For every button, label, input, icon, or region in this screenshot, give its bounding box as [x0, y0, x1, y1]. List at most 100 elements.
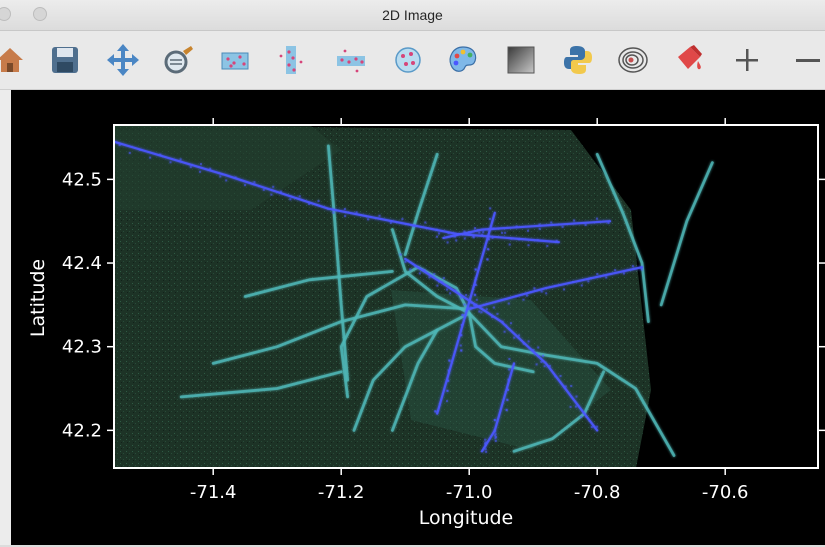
- density-pixel: [460, 334, 463, 336]
- density-pixel: [474, 227, 476, 230]
- density-pixel: [596, 217, 598, 220]
- density-pixel: [493, 306, 495, 309]
- density-pixel: [471, 307, 473, 310]
- scatter-box-button[interactable]: [217, 42, 253, 78]
- density-pixel: [563, 288, 565, 291]
- density-pixel: [449, 292, 452, 295]
- density-pixel: [474, 268, 477, 271]
- zoom-in-button[interactable]: [729, 42, 765, 78]
- density-pixel: [596, 273, 599, 275]
- density-pixel: [128, 151, 131, 154]
- density-pixel: [414, 264, 416, 267]
- density-pixel: [399, 253, 402, 256]
- density-pixel: [423, 269, 426, 271]
- vertical-strip-icon: [279, 46, 303, 74]
- density-pixel: [481, 233, 484, 236]
- density-pixel: [298, 195, 301, 198]
- density-pixel: [496, 312, 499, 315]
- density-pixel: [446, 400, 448, 403]
- density-pixel: [505, 408, 508, 411]
- y-tick-label: 42.4: [62, 253, 102, 274]
- density-pixel: [494, 430, 497, 433]
- python-console-button[interactable]: [560, 42, 596, 78]
- density-pixel: [533, 287, 536, 290]
- horizontal-strip-icon: [337, 49, 365, 73]
- density-pixel: [470, 301, 473, 304]
- density-pixel: [510, 237, 513, 240]
- contour-button[interactable]: [615, 42, 651, 78]
- horizontal-strip-button[interactable]: [333, 42, 369, 78]
- density-pixel: [484, 438, 487, 441]
- density-pixel: [472, 235, 475, 238]
- density-pixel: [506, 388, 509, 391]
- palette-button[interactable]: [445, 42, 481, 78]
- density-pixel: [476, 229, 479, 232]
- density-pixel: [605, 276, 608, 279]
- plot-canvas[interactable]: -71.4 -71.2 -71.0 -70.8 -70.6 42.2 42.3 42.4 42…: [11, 90, 825, 545]
- density-pixel: [522, 342, 525, 345]
- fill-color-button[interactable]: [671, 42, 707, 78]
- density-pixel: [491, 316, 494, 318]
- density-pixel: [494, 433, 497, 436]
- density-pixel: [550, 221, 553, 224]
- density-pixel: [438, 280, 440, 283]
- left-gutter: [0, 90, 11, 545]
- density-pixel: [532, 348, 535, 351]
- density-pixel: [546, 244, 549, 247]
- density-pixel: [508, 243, 511, 246]
- density-pixel: [501, 320, 504, 323]
- density-pixel: [179, 158, 182, 161]
- gradient-square-icon: [507, 46, 535, 74]
- density-pixel: [433, 273, 436, 276]
- density-pixel: [463, 230, 466, 233]
- title-bar: 2D Image: [0, 0, 825, 31]
- density-pixel: [518, 334, 520, 337]
- home-button[interactable]: [0, 42, 28, 78]
- density-pixel: [535, 363, 538, 366]
- density-pixel: [561, 225, 564, 228]
- density-pixel: [540, 361, 543, 363]
- density-pixel: [474, 283, 477, 286]
- density-pixel: [548, 364, 551, 367]
- zoom-button[interactable]: [160, 42, 196, 78]
- colormap-button[interactable]: [503, 42, 539, 78]
- density-pixel: [138, 148, 141, 151]
- pan-button[interactable]: [105, 42, 141, 78]
- density-pixel: [487, 248, 489, 251]
- density-pixel: [435, 228, 438, 231]
- zoom-out-button[interactable]: [787, 42, 823, 78]
- density-pixel: [518, 238, 521, 241]
- density-pixel: [279, 190, 282, 193]
- density-pixel: [460, 349, 463, 352]
- density-pixel: [505, 324, 508, 327]
- density-pixel: [355, 211, 358, 214]
- land-density-region: [114, 125, 651, 468]
- density-pixel: [169, 161, 172, 164]
- circle-select-button[interactable]: [390, 42, 426, 78]
- density-pixel: [504, 231, 507, 234]
- density-pixel: [108, 136, 110, 138]
- density-pixel: [573, 219, 576, 222]
- density-pixel: [510, 322, 512, 325]
- density-pixel: [459, 297, 462, 300]
- density-pixel: [465, 294, 468, 296]
- density-pixel: [485, 303, 488, 306]
- density-pixel: [149, 156, 152, 159]
- density-pixel: [631, 265, 634, 268]
- density-map[interactable]: -71.4 -71.2 -71.0 -70.8 -70.6 42.242.342.442…: [11, 90, 825, 545]
- density-pixel: [580, 416, 583, 418]
- plus-icon: [736, 49, 758, 71]
- density-pixel: [640, 268, 643, 271]
- save-button[interactable]: [47, 42, 83, 78]
- density-pixel: [538, 227, 541, 230]
- density-pixel: [527, 244, 530, 247]
- density-pixel: [508, 368, 511, 371]
- density-pixel: [189, 166, 192, 169]
- density-pixel: [491, 237, 494, 239]
- vertical-strip-button[interactable]: [273, 42, 309, 78]
- density-pixel: [159, 153, 162, 156]
- x-tick-label: -70.6: [702, 482, 749, 503]
- density-pixel: [488, 217, 491, 220]
- density-pixel: [270, 193, 273, 196]
- density-pixel: [332, 211, 335, 214]
